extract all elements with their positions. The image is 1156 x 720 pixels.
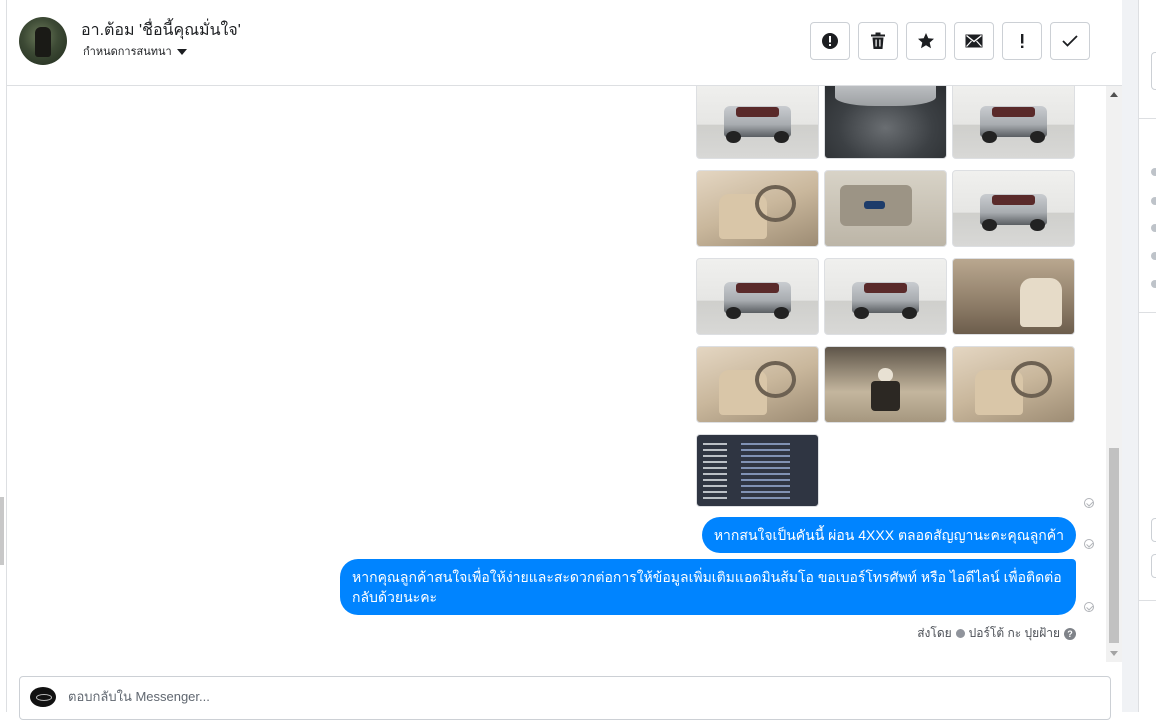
mark-unread-button[interactable] (954, 22, 994, 60)
right-panel-dot-icon (1151, 197, 1156, 205)
contact-avatar[interactable] (19, 17, 67, 65)
delivered-check-icon (1084, 498, 1094, 508)
scroll-down-arrow-icon[interactable] (1110, 651, 1118, 656)
alert-circle-icon (822, 33, 838, 49)
car-photo[interactable] (952, 258, 1075, 335)
delete-button[interactable] (858, 22, 898, 60)
thread-scrollbar[interactable] (1106, 86, 1122, 662)
envelope-icon (965, 34, 983, 48)
message-bubble[interactable]: หากสนใจเป็นคันนี้ ผ่อน 4XXX ตลอดสัญญานะค… (701, 517, 1076, 553)
car-photo[interactable] (952, 86, 1075, 159)
right-panel-dot-icon (1151, 224, 1156, 232)
important-button[interactable] (1002, 22, 1042, 60)
car-photo[interactable] (696, 346, 819, 423)
car-photo[interactable] (952, 346, 1075, 423)
sent-by-prefix: ส่งโดย (917, 626, 952, 640)
scroll-thumb[interactable] (1109, 448, 1119, 643)
sent-by-info: ส่งโดย ปอร์โต้ กะ ปุยฝ้าย ? (917, 624, 1076, 643)
done-button[interactable] (1050, 22, 1090, 60)
exclamation-icon (1021, 34, 1024, 48)
car-photo[interactable] (824, 258, 947, 335)
delivered-check-icon (1084, 602, 1094, 612)
message-thread[interactable]: หากสนใจเป็นคันนี้ ผ่อน 4XXX ตลอดสัญญานะค… (7, 86, 1106, 662)
message-bubble[interactable]: หากคุณลูกค้าสนใจเพื่อให้ง่ายและสะดวกต่อก… (340, 559, 1076, 615)
admin-dot-icon (955, 629, 965, 638)
left-edge (0, 0, 7, 712)
car-photo[interactable] (696, 86, 819, 159)
delivered-check-icon (1084, 539, 1094, 549)
right-panel-input[interactable] (1151, 518, 1156, 542)
right-info-panel (1138, 0, 1156, 712)
car-photo[interactable] (952, 170, 1075, 247)
checkmark-icon (1062, 35, 1078, 47)
document-photo[interactable] (696, 434, 819, 507)
help-icon[interactable]: ? (1064, 627, 1076, 640)
trash-icon (871, 32, 885, 49)
conversation-actions (810, 22, 1090, 60)
car-photo[interactable] (824, 346, 947, 423)
right-panel-dot-icon (1151, 252, 1156, 260)
assign-conversation-dropdown[interactable]: กำหนดการสนทนา (83, 42, 187, 60)
right-panel-input[interactable] (1151, 554, 1156, 578)
car-photo[interactable] (696, 170, 819, 247)
reply-composer (19, 676, 1111, 720)
right-panel-divider (1139, 312, 1156, 313)
right-panel-dot-icon (1151, 280, 1156, 288)
right-panel-dot-icon (1151, 168, 1156, 176)
star-button[interactable] (906, 22, 946, 60)
car-photo[interactable] (696, 258, 819, 335)
left-edge-marker (0, 497, 4, 565)
star-icon (918, 33, 934, 49)
scroll-up-arrow-icon[interactable] (1110, 92, 1118, 97)
reply-input[interactable] (68, 689, 968, 704)
contact-name[interactable]: อา.ต้อม 'ชื่อนี้คุณมั่นใจ' (81, 18, 241, 43)
right-panel-input[interactable] (1151, 52, 1156, 90)
caret-down-icon (176, 48, 187, 55)
page-avatar (30, 687, 56, 707)
car-photo[interactable] (824, 86, 947, 159)
report-button[interactable] (810, 22, 850, 60)
right-panel-divider (1139, 118, 1156, 119)
conversation-header: อา.ต้อม 'ชื่อนี้คุณมั่นใจ' กำหนดการสนทนา (7, 0, 1122, 86)
sent-by-name[interactable]: ปอร์โต้ กะ ปุยฝ้าย (969, 624, 1060, 643)
right-panel-divider (1139, 600, 1156, 601)
assign-conversation-label: กำหนดการสนทนา (83, 46, 172, 58)
panel-divider (1122, 0, 1138, 712)
car-photo[interactable] (824, 170, 947, 247)
